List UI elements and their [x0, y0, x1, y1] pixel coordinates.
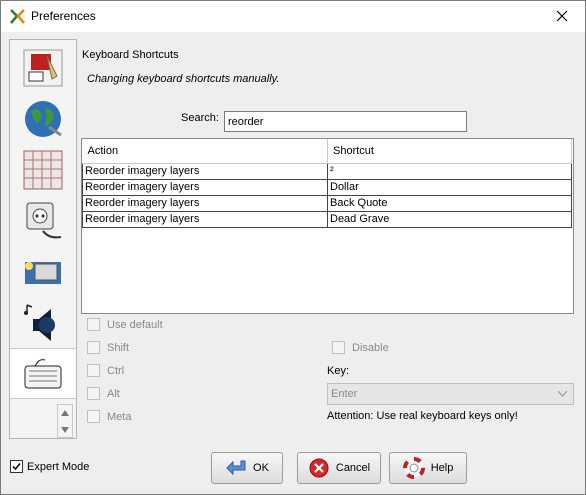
- cell-shortcut: Back Quote: [327, 194, 572, 212]
- scroll-down-arrow[interactable]: [58, 422, 72, 438]
- checkbox-box: [10, 460, 23, 473]
- use-default-checkbox[interactable]: Use default: [87, 318, 163, 331]
- expert-mode-label: Expert Mode: [27, 460, 90, 473]
- disable-checkbox[interactable]: Disable: [332, 341, 389, 354]
- cell-action: Reorder imagery layers: [82, 194, 328, 212]
- column-header-action[interactable]: Action: [82, 139, 328, 164]
- close-button[interactable]: [545, 3, 579, 29]
- globe-icon: [25, 100, 62, 137]
- key-select-value: Enter: [331, 388, 358, 400]
- sidebar-item-advanced[interactable]: [10, 246, 76, 297]
- keyboard-icon: [24, 358, 62, 388]
- sidebar-item-audio[interactable]: [10, 297, 76, 348]
- plug-icon: [26, 202, 62, 238]
- ctrl-label: Ctrl: [107, 364, 125, 377]
- grid-icon: [23, 150, 63, 189]
- checkbox-box: [332, 341, 345, 354]
- cell-shortcut: Dead Grave: [327, 210, 572, 228]
- ok-button[interactable]: OK: [211, 452, 283, 484]
- scroll-up-arrow[interactable]: [58, 405, 72, 421]
- cell-action: Reorder imagery layers: [82, 162, 328, 180]
- josm-app-icon: [10, 9, 25, 24]
- cancel-button-label: Cancel: [335, 462, 371, 474]
- table-row[interactable]: Reorder imagery layers Back Quote: [82, 194, 572, 212]
- cell-shortcut: ²: [327, 162, 572, 180]
- expert-mode-checkbox[interactable]: Expert Mode: [10, 460, 89, 473]
- shift-label: Shift: [107, 341, 130, 354]
- section-title: Keyboard Shortcuts: [82, 49, 179, 61]
- lifebuoy-icon: [402, 457, 425, 479]
- shift-checkbox[interactable]: Shift: [87, 341, 129, 354]
- checkbox-box: [87, 318, 100, 331]
- cancel-icon: [309, 458, 329, 478]
- disable-label: Disable: [352, 341, 389, 354]
- folder-icon: [25, 261, 61, 284]
- table-row[interactable]: Reorder imagery layers ²: [82, 162, 572, 180]
- preferences-window: Preferences Keyboard Shortcuts Changing …: [0, 0, 586, 495]
- sidebar-item-map[interactable]: [10, 93, 76, 144]
- sidebar-item-projection[interactable]: [10, 144, 76, 195]
- checkbox-box: [87, 387, 100, 400]
- meta-label: Meta: [107, 410, 132, 423]
- cancel-button[interactable]: Cancel: [297, 452, 381, 484]
- paint-brush-icon: [23, 49, 63, 86]
- section-description: Changing keyboard shortcuts manually.: [87, 73, 280, 85]
- cell-action: Reorder imagery layers: [82, 210, 328, 228]
- preferences-sidebar: [9, 39, 77, 439]
- ok-button-label: OK: [253, 462, 269, 474]
- window-title: Preferences: [31, 9, 96, 23]
- checkbox-box: [87, 341, 100, 354]
- help-button-label: Help: [430, 462, 454, 474]
- sidebar-scrollbar[interactable]: [57, 404, 73, 438]
- speaker-icon: [24, 303, 55, 341]
- alt-label: Alt: [107, 387, 120, 400]
- sidebar-item-display[interactable]: [10, 42, 76, 93]
- table-row[interactable]: Reorder imagery layers Dollar: [82, 178, 572, 196]
- ok-arrow-icon: [226, 460, 246, 476]
- ctrl-checkbox[interactable]: Ctrl: [87, 364, 124, 377]
- key-select[interactable]: Enter: [327, 383, 574, 405]
- arrow-down-icon: [61, 427, 69, 433]
- key-label: Key:: [327, 365, 350, 377]
- use-default-label: Use default: [107, 318, 163, 331]
- sidebar-item-connection[interactable]: [10, 195, 76, 246]
- shortcuts-table: Action Shortcut Reorder imagery layers ²…: [81, 138, 574, 314]
- chevron-down-icon: [558, 390, 567, 397]
- sidebar-item-shortcuts[interactable]: [10, 348, 76, 399]
- table-header: Action Shortcut: [82, 139, 572, 164]
- help-button[interactable]: Help: [389, 452, 467, 484]
- checkbox-box: [87, 410, 100, 423]
- cell-shortcut: Dollar: [327, 178, 572, 196]
- title-bar: Preferences: [1, 1, 585, 32]
- arrow-up-icon: [61, 410, 69, 416]
- table-row[interactable]: Reorder imagery layers Dead Grave: [82, 210, 572, 228]
- search-input[interactable]: [224, 111, 467, 132]
- checkmark-icon: [12, 463, 21, 471]
- alt-checkbox[interactable]: Alt: [87, 387, 120, 400]
- checkbox-box: [87, 364, 100, 377]
- attention-note: Attention: Use real keyboard keys only!: [327, 410, 518, 422]
- cell-action: Reorder imagery layers: [82, 178, 328, 196]
- column-header-shortcut[interactable]: Shortcut: [327, 139, 572, 164]
- close-icon: [556, 10, 568, 22]
- meta-checkbox[interactable]: Meta: [87, 410, 131, 423]
- search-label: Search:: [181, 112, 219, 124]
